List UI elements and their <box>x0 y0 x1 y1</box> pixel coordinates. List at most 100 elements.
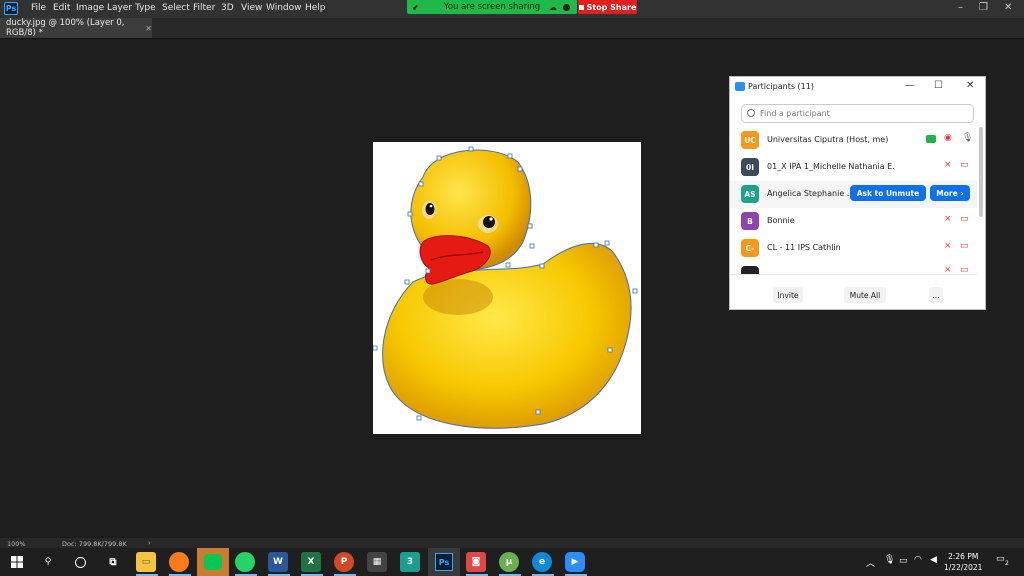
participant-row[interactable]: AS Angelica Stephanie ... Ask to Unmute … <box>730 181 977 208</box>
participant-row[interactable]: 0I 01_X IPA 1_Michelle Nathania E. ⨯ ▭ <box>730 154 977 181</box>
video-off-icon[interactable]: ◉ <box>944 133 952 143</box>
participants-scrollbar[interactable] <box>979 127 983 217</box>
more-button[interactable]: More › <box>930 185 970 201</box>
line-app-icon[interactable] <box>197 548 229 576</box>
participant-row[interactable]: UC Universitas Ciputra (Host, me) ◉ 🎙 <box>730 127 977 154</box>
search-icon[interactable]: ⚲ <box>38 552 58 572</box>
video-off-icon[interactable]: ▭ <box>960 160 969 170</box>
menu-select[interactable]: Select <box>162 3 190 13</box>
participant-name: 01_X IPA 1_Michelle Nathania E. <box>767 162 895 171</box>
avatar: AS <box>741 185 759 203</box>
doc-size: Doc: 799.8K/799.8K <box>62 540 127 548</box>
edge-icon[interactable]: e <box>532 552 552 572</box>
menu-window[interactable]: Window <box>266 3 302 13</box>
participants-panel: Participants (11) — ☐ ✕ Find a participa… <box>729 76 986 310</box>
ask-to-unmute-button[interactable]: Ask to Unmute <box>850 185 926 201</box>
task-view-icon[interactable]: ⧉ <box>103 552 123 572</box>
menu-type[interactable]: Type <box>135 3 156 13</box>
share-status-text: You are screen sharing <box>443 2 541 12</box>
shield-icon <box>563 3 570 11</box>
battery-icon[interactable]: ▭ <box>899 556 908 566</box>
file-explorer-icon[interactable]: ▭ <box>136 552 156 572</box>
notification-icon[interactable]: ▭ 2 <box>996 554 1010 568</box>
close-icon[interactable]: ✕ <box>1004 2 1012 13</box>
whatsapp-icon[interactable] <box>235 552 255 572</box>
close-tab-icon[interactable]: ✕ <box>145 24 152 33</box>
menu-view[interactable]: View <box>241 3 262 13</box>
photoshop-logo-icon[interactable]: Ps <box>4 2 18 15</box>
avatar: C- <box>741 239 759 257</box>
mic-muted-icon[interactable]: ⨯ <box>944 160 952 170</box>
mic-muted-icon[interactable]: ⨯ <box>944 214 952 224</box>
menu-layer[interactable]: Layer <box>107 3 132 13</box>
restore-icon[interactable]: ❐ <box>979 2 988 13</box>
participant-row[interactable]: C- CL - 11 IPS Cathlin ⨯ ▭ <box>730 235 977 262</box>
notification-count: 2 <box>1005 560 1009 567</box>
invite-button[interactable]: Invite <box>773 287 803 303</box>
video-off-icon[interactable]: ▭ <box>960 214 969 224</box>
powerpoint-icon[interactable]: P <box>334 552 354 572</box>
menu-filter[interactable]: Filter <box>193 3 215 13</box>
image-canvas[interactable] <box>372 142 641 434</box>
participant-name: Bonnie <box>767 216 795 225</box>
minimize-icon[interactable]: – <box>958 2 963 13</box>
participants-title: Participants (11) <box>748 82 814 91</box>
microphone-icon[interactable]: 🎙 <box>884 555 895 565</box>
zoom-level[interactable]: 100% <box>7 540 26 548</box>
search-placeholder: Find a participant <box>760 109 830 118</box>
participant-row-partial[interactable]: ⨯ ▭ <box>730 262 977 274</box>
clock-time: 2:26 PM <box>948 552 979 561</box>
menu-edit[interactable]: Edit <box>53 3 70 13</box>
video-off-icon[interactable]: ▭ <box>960 265 969 274</box>
chevron-right-icon: › <box>960 188 964 198</box>
chevron-up-icon[interactable]: ︿ <box>866 556 875 569</box>
participant-name: CL - 11 IPS Cathlin <box>767 243 841 252</box>
mute-all-button[interactable]: Mute All <box>844 287 886 303</box>
avatar <box>741 266 759 274</box>
mic-muted-icon[interactable]: ⨯ <box>944 265 952 274</box>
document-tab-title: ducky.jpg @ 100% (Layer 0, RGB/8) * <box>6 18 125 38</box>
avatar: UC <box>741 131 759 149</box>
menu-3d[interactable]: 3D <box>221 3 234 13</box>
mic-muted-icon[interactable]: ⨯ <box>944 241 952 251</box>
document-tab-bar <box>0 18 1024 39</box>
zoom-app-icon[interactable]: ▶ <box>565 552 585 572</box>
windows-start-icon[interactable] <box>7 552 27 572</box>
maximize-icon[interactable]: ☐ <box>934 80 943 91</box>
utorrent-icon[interactable]: µ <box>499 552 519 572</box>
minimize-icon[interactable]: — <box>905 80 915 91</box>
document-tab[interactable]: ducky.jpg @ 100% (Layer 0, RGB/8) * ✕ <box>0 18 152 38</box>
participant-name: Universitas Ciputra (Host, me) <box>767 135 889 144</box>
avatar: B <box>741 212 759 230</box>
taskbar-clock[interactable]: 2:26 PM 1/22/2021 <box>944 551 982 573</box>
zoom-icon <box>735 82 745 91</box>
close-icon[interactable]: ✕ <box>966 80 974 91</box>
video-off-icon[interactable]: ▭ <box>960 241 969 251</box>
menu-help[interactable]: Help <box>305 3 326 13</box>
avatar: 0I <box>741 158 759 176</box>
wifi-icon[interactable]: ◠ <box>914 555 922 565</box>
menu-image[interactable]: Image <box>76 3 104 13</box>
chevron-right-icon[interactable]: › <box>148 539 151 547</box>
volume-icon[interactable]: ◀ <box>930 555 937 565</box>
more-label: More <box>936 188 958 198</box>
divider <box>730 274 977 275</box>
firefox-icon[interactable] <box>169 552 189 572</box>
participant-row[interactable]: B Bonnie ⨯ ▭ <box>730 208 977 235</box>
share-indicator-icon: ⬋ <box>412 2 419 12</box>
menu-file[interactable]: File <box>31 3 46 13</box>
more-options-button[interactable]: ... <box>929 287 943 303</box>
word-icon[interactable]: W <box>268 552 288 572</box>
photoshop-taskbar-icon[interactable]: Ps <box>428 548 460 576</box>
excel-icon[interactable]: X <box>301 552 321 572</box>
stop-share-button[interactable]: Stop Share <box>578 0 637 14</box>
microphone-icon[interactable]: 🎙 <box>962 133 973 143</box>
participant-search-input[interactable]: Find a participant <box>741 104 974 123</box>
screen-share-icon <box>926 135 936 143</box>
camera-icon[interactable]: ◙ <box>466 552 486 572</box>
cloud-icon: ☁ <box>549 2 557 12</box>
app-icon[interactable]: ▦ <box>367 552 387 572</box>
cortana-icon[interactable] <box>70 552 90 572</box>
stop-icon <box>578 4 584 10</box>
app-3-icon[interactable]: 3 <box>400 552 420 572</box>
